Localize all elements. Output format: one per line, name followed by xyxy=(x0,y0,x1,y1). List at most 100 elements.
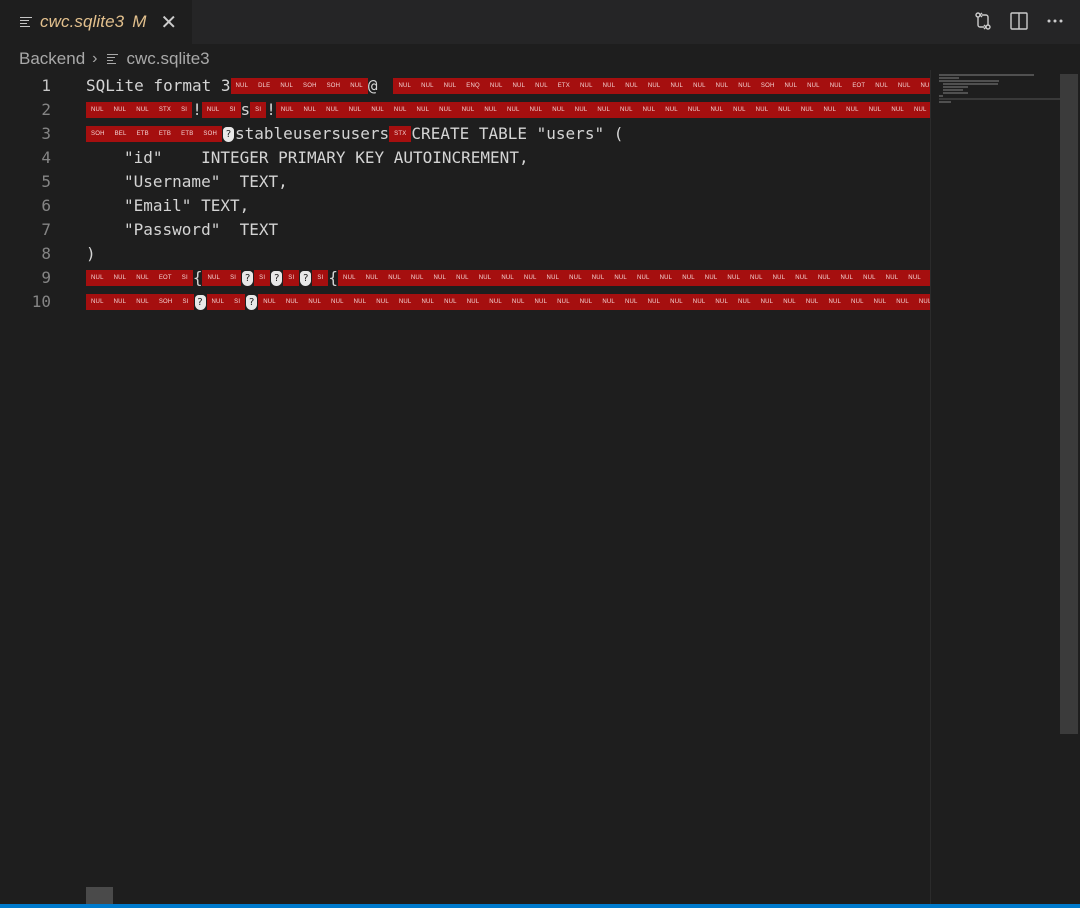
breadcrumb-separator: › xyxy=(92,50,98,67)
code-text: "id" INTEGER PRIMARY KEY AUTOINCREMENT, xyxy=(124,148,529,167)
file-lines-icon xyxy=(20,16,32,28)
control-char: NUL xyxy=(541,269,565,286)
breadcrumb-file[interactable]: cwc.sqlite3 xyxy=(127,49,210,69)
close-icon[interactable]: ✕ xyxy=(160,10,177,35)
control-char: NUL xyxy=(371,293,394,310)
control-char: NUL xyxy=(569,101,593,118)
control-char: NUL xyxy=(86,293,109,310)
control-char: SI xyxy=(283,269,300,286)
control-char: SOH xyxy=(153,293,178,310)
control-char: NUL xyxy=(705,101,729,118)
control-char: NUL xyxy=(366,101,389,118)
code-content: "Username" TEXT, xyxy=(86,170,930,194)
code-text: CREATE TABLE "users" ( xyxy=(411,124,624,143)
control-char: NUL xyxy=(642,293,666,310)
control-char: NUL xyxy=(773,101,796,118)
control-char: NUL xyxy=(597,77,621,94)
replacement-char: ? xyxy=(194,295,206,310)
control-char: NUL xyxy=(795,101,819,118)
code-text: { xyxy=(192,268,203,287)
control-char: NUL xyxy=(755,293,779,310)
more-actions-icon[interactable] xyxy=(1044,10,1066,32)
vertical-scrollbar[interactable] xyxy=(1060,74,1080,904)
code-line: 6 "Email" TEXT, xyxy=(0,194,930,218)
control-char: NUL xyxy=(131,293,154,310)
control-char: NUL xyxy=(388,101,412,118)
control-char: NUL xyxy=(434,101,457,118)
control-char: STX xyxy=(153,101,177,118)
control-char: NUL xyxy=(552,293,575,310)
code-content: "Password" TEXT xyxy=(86,218,930,242)
code-text: ) xyxy=(86,244,96,263)
control-char: NUL xyxy=(201,101,225,118)
control-char: NUL xyxy=(338,269,361,286)
control-char: NUL xyxy=(456,101,480,118)
horizontal-scroll-thumb[interactable] xyxy=(86,887,113,904)
minimap[interactable] xyxy=(930,70,1061,904)
vertical-scroll-thumb[interactable] xyxy=(1060,74,1078,734)
control-char: NUL xyxy=(800,293,824,310)
control-char: NUL xyxy=(688,77,711,94)
line-number: 8 xyxy=(41,244,51,263)
code-line: 1 SQLite format 3 NUL DLE NUL SOH SOH NUL @ NUL N… xyxy=(0,74,930,98)
code-line: 5 "Username" TEXT, xyxy=(0,170,930,194)
code-line: 2 NUL NUL NUL STX SI! NUL SI s SI! NUL NUL NUL NUL NU… xyxy=(0,98,930,122)
control-char: NUL xyxy=(615,101,638,118)
code-text: ! xyxy=(192,100,202,119)
split-editor-icon[interactable] xyxy=(1008,10,1030,32)
code-content: NUL NUL NUL EOT SI{NUL SI? SI? SI? SI{NUL NUL NUL N… xyxy=(86,266,930,290)
control-char: NUL xyxy=(631,269,655,286)
control-char: SI xyxy=(225,269,242,286)
line-number: 2 xyxy=(41,100,51,119)
tab-cwc-sqlite3[interactable]: cwc.sqlite3 M ✕ xyxy=(0,0,192,44)
control-char: SI xyxy=(312,269,329,286)
control-char: DLE xyxy=(253,77,276,94)
editor[interactable]: 1 SQLite format 3 NUL DLE NUL SOH SOH NUL @ NUL N… xyxy=(0,74,930,904)
control-char: NUL xyxy=(868,293,892,310)
control-char: NUL xyxy=(530,77,553,94)
file-lines-icon xyxy=(106,53,118,65)
control-char: NUL xyxy=(360,269,384,286)
control-char: NUL xyxy=(802,77,825,94)
code-content: ) xyxy=(86,242,930,266)
code-content: NUL NUL NUL SOH SI? NUL SI? NUL NUL NUL NUL NUL NUL N… xyxy=(86,290,930,314)
code-content: "Email" TEXT, xyxy=(86,194,930,218)
code-text: "Username" TEXT, xyxy=(124,172,288,191)
control-char: ETB xyxy=(131,125,154,142)
code-text: "Password" TEXT xyxy=(124,220,279,239)
control-char: NUL xyxy=(592,101,616,118)
replacement-char: ? xyxy=(223,127,235,142)
line-number: 4 xyxy=(41,148,51,167)
control-char: NUL xyxy=(722,269,746,286)
control-char: NUL xyxy=(564,269,587,286)
code-line: 9 NUL NUL NUL EOT SI{NUL SI? SI? SI? SI{NUL NUL NU… xyxy=(0,266,930,290)
line-number: 7 xyxy=(41,220,51,239)
control-char: NUL xyxy=(393,77,417,94)
control-char: NUL xyxy=(416,77,439,94)
control-char: NUL xyxy=(348,293,372,310)
control-char: NUL xyxy=(682,101,706,118)
breadcrumb-folder[interactable]: Backend xyxy=(19,49,85,69)
line-number: 5 xyxy=(41,172,51,191)
control-char: NUL xyxy=(298,101,322,118)
control-char: EOT xyxy=(847,77,871,94)
control-char: NUL xyxy=(280,293,304,310)
minimap-line xyxy=(943,89,963,91)
replacement-char: ? xyxy=(300,271,312,286)
code-text: @ xyxy=(367,76,378,95)
source-control-compare-icon[interactable] xyxy=(972,10,994,32)
replacement-char: ? xyxy=(246,295,258,310)
control-char: NUL xyxy=(506,293,530,310)
line-number: 1 xyxy=(41,76,51,95)
control-char: NUL xyxy=(886,101,909,118)
code-text: "Email" TEXT, xyxy=(124,196,250,215)
breadcrumb: Backend › cwc.sqlite3 xyxy=(19,48,210,70)
code-content: SQLite format 3 NUL DLE NUL SOH SOH NUL @ NUL NUL… xyxy=(86,74,930,98)
control-char: NUL xyxy=(824,77,848,94)
control-char: SI xyxy=(224,101,241,118)
control-char: NUL xyxy=(858,269,881,286)
control-char: NUL xyxy=(710,293,733,310)
replacement-char: ? xyxy=(271,271,283,286)
modified-indicator: M xyxy=(132,12,147,31)
control-char: NUL xyxy=(812,269,836,286)
